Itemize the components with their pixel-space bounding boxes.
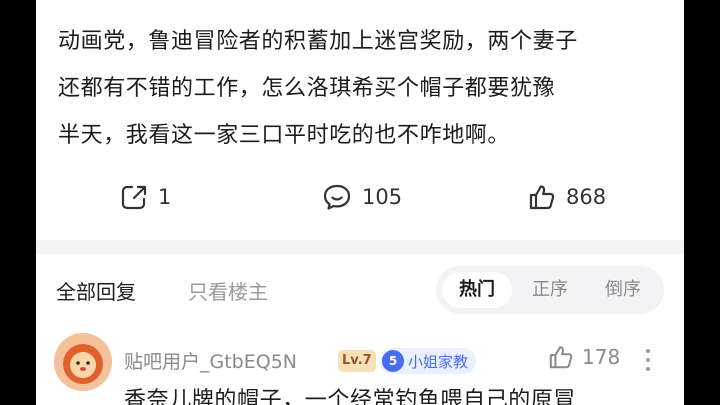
share-button[interactable]: 1 xyxy=(120,176,171,218)
like-button[interactable]: 868 xyxy=(528,176,606,218)
avatar[interactable] xyxy=(54,333,112,391)
comment-icon xyxy=(323,184,351,210)
post-line: 半天，我看这一家三口平时吃的也不咋地啊。 xyxy=(58,123,511,148)
tab-all-replies[interactable]: 全部回复 xyxy=(56,276,136,305)
post-body: 动画党，鲁迪冒险者的积蓄加上迷宫奖励，两个妻子 还都有不错的工作，怎么洛琪希买个… xyxy=(58,18,668,159)
sort-hot[interactable]: 热门 xyxy=(442,272,512,308)
more-options-icon[interactable] xyxy=(644,346,652,374)
sort-ascending[interactable]: 正序 xyxy=(515,272,585,308)
reply-header: 全部回复 只看楼主 热门 正序 倒序 xyxy=(36,262,684,318)
tab-owner-only[interactable]: 只看楼主 xyxy=(188,276,268,305)
post-line: 还都有不错的工作，怎么洛琪希买个帽子都要犹豫 xyxy=(58,76,556,101)
post-screen: 动画党，鲁迪冒险者的积蓄加上迷宫奖励，两个妻子 还都有不错的工作，怎么洛琪希买个… xyxy=(36,0,684,405)
fan-level-icon: 5 xyxy=(382,350,404,372)
post-line: 动画党，鲁迪冒险者的积蓄加上迷宫奖励，两个妻子 xyxy=(58,29,578,54)
comment-button[interactable]: 105 xyxy=(322,176,402,218)
fan-badge: 5 小姐家教 xyxy=(380,348,477,374)
lion-avatar-icon xyxy=(54,333,112,391)
sort-descending[interactable]: 倒序 xyxy=(588,272,658,308)
comment-count: 105 xyxy=(362,185,403,209)
comment-like-button[interactable]: 178 xyxy=(548,344,620,370)
share-icon xyxy=(121,185,147,210)
comment-item: 贴吧用户_GtbEQ5N Lv.7 5 小姐家教 178 香奈儿牌的帽子，一个经… xyxy=(36,330,684,405)
fan-title: 小姐家教 xyxy=(408,352,469,371)
post-action-bar: 1 105 868 xyxy=(36,176,684,218)
sort-toggle: 热门 正序 倒序 xyxy=(436,266,664,314)
level-badge: Lv.7 xyxy=(338,350,376,372)
thumbs-up-icon xyxy=(549,346,573,369)
comment-like-count: 178 xyxy=(582,345,621,369)
section-divider xyxy=(36,240,684,254)
comment-username[interactable]: 贴吧用户_GtbEQ5N xyxy=(124,347,297,374)
thumbs-up-icon xyxy=(529,185,555,210)
comment-text: 香奈儿牌的帽子，一个经常钓鱼喂自己的原冒 xyxy=(124,388,577,405)
like-count: 868 xyxy=(566,185,607,209)
share-count: 1 xyxy=(158,185,172,209)
